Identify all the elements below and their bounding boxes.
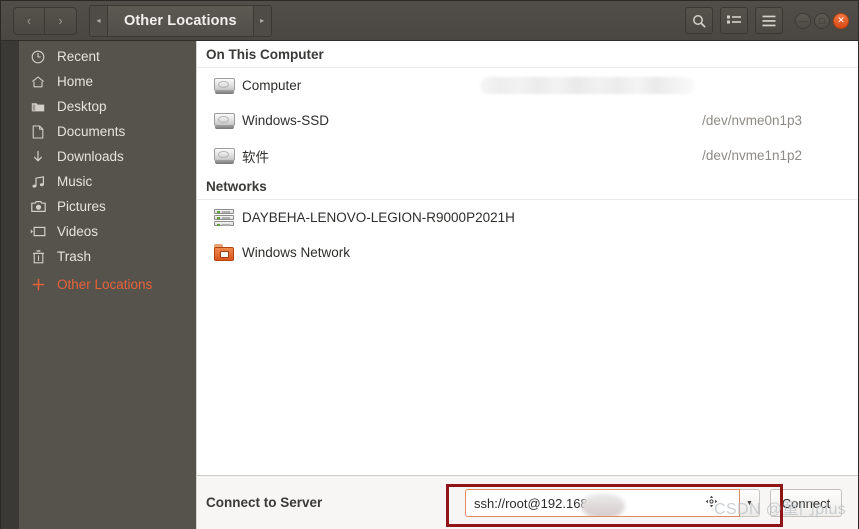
text-cursor-icon <box>704 494 719 509</box>
sidebar-item-label: Desktop <box>57 99 107 114</box>
connect-to-server-label: Connect to Server <box>206 495 323 510</box>
server-address-group: ssh://root@192.168. ▼ <box>465 489 760 517</box>
forward-icon: › <box>58 13 63 28</box>
redacted-ip <box>581 493 625 516</box>
redacted-path <box>480 77 695 94</box>
sidebar-item-recent[interactable]: Recent <box>19 44 196 69</box>
forward-button[interactable]: › <box>45 8 76 34</box>
sidebar-item-label: Trash <box>57 249 92 264</box>
location-row-windows-ssd[interactable]: Windows-SSD /dev/nvme0n1p3 <box>197 103 858 138</box>
tab-scroll-right-button[interactable]: ▸ <box>253 5 271 36</box>
trash-icon <box>19 249 57 264</box>
location-name: Windows Network <box>242 245 351 260</box>
location-row-daybeha-host[interactable]: DAYBEHA-LENOVO-LEGION-R9000P2021H <box>197 200 858 235</box>
server-history-dropdown-button[interactable]: ▼ <box>740 489 760 517</box>
hard-drive-icon <box>206 112 242 129</box>
sidebar-item-trash[interactable]: Trash <box>19 244 196 269</box>
sidebar-item-label: Home <box>57 74 94 89</box>
device-path: /dev/nvme1n1p2 <box>702 148 802 163</box>
connect-button[interactable]: Connect <box>770 489 842 517</box>
chevron-left-icon: ◂ <box>96 16 101 25</box>
chevron-down-icon: ▼ <box>746 499 753 507</box>
server-icon <box>206 208 242 227</box>
sidebar-item-music[interactable]: Music <box>19 169 196 194</box>
minimize-button[interactable]: — <box>795 12 811 29</box>
file-manager-window: ‹ › ◂ Other Locations ▸ — □ ✕ Recent Hom… <box>0 0 859 529</box>
tab-scroll-left-button[interactable]: ◂ <box>90 5 107 36</box>
desktop-icon <box>19 100 57 113</box>
video-icon <box>19 226 57 237</box>
hard-drive-icon <box>206 77 242 94</box>
menu-button[interactable] <box>755 7 783 34</box>
camera-icon <box>19 200 57 213</box>
section-header-on-this-computer: On This Computer <box>197 41 858 68</box>
location-name: 软件 <box>242 149 269 165</box>
music-icon <box>19 175 57 189</box>
maximize-button[interactable]: □ <box>814 12 830 29</box>
location-name: Computer <box>242 78 302 93</box>
sidebar-item-label: Recent <box>57 49 100 64</box>
sidebar-item-label: Videos <box>57 224 99 239</box>
home-icon <box>19 75 57 89</box>
sidebar-item-label: Music <box>57 174 93 189</box>
sidebar-item-label: Pictures <box>57 199 106 214</box>
location-name: Windows-SSD <box>242 113 330 128</box>
sidebar-item-desktop[interactable]: Desktop <box>19 94 196 119</box>
hard-drive-icon <box>206 147 242 164</box>
chevron-right-icon: ▸ <box>260 16 265 25</box>
device-path: /dev/nvme0n1p3 <box>702 113 802 128</box>
view-list-icon <box>727 15 741 23</box>
location-name: DAYBEHA-LENOVO-LEGION-R9000P2021H <box>242 210 515 225</box>
sidebar-item-documents[interactable]: Documents <box>19 119 196 144</box>
header-bar: ‹ › ◂ Other Locations ▸ — □ ✕ <box>1 1 858 41</box>
locations-list: On This Computer Computer Windows-SSD /d… <box>196 41 858 475</box>
minimize-icon: — <box>798 15 808 26</box>
hamburger-menu-icon <box>762 15 776 26</box>
window-left-edge <box>1 41 19 529</box>
sidebar-item-other-locations[interactable]: Other Locations <box>19 272 196 297</box>
sidebar-item-pictures[interactable]: Pictures <box>19 194 196 219</box>
sidebar-item-videos[interactable]: Videos <box>19 219 196 244</box>
location-row-windows-network[interactable]: Windows Network <box>197 235 858 270</box>
maximize-icon: □ <box>819 15 825 26</box>
tab-other-locations[interactable]: Other Locations <box>107 5 254 36</box>
sidebar-item-label: Documents <box>57 124 126 139</box>
view-options-button[interactable] <box>720 7 748 34</box>
network-folder-icon <box>206 244 242 261</box>
sidebar-item-downloads[interactable]: Downloads <box>19 144 196 169</box>
connect-to-server-bar: Connect to Server ssh://root@192.168. ▼ <box>196 475 858 529</box>
location-row-ruanjian[interactable]: 软件 /dev/nvme1n1p2 <box>197 138 858 173</box>
tab-bar: ◂ Other Locations ▸ <box>89 4 272 37</box>
search-button[interactable] <box>685 7 713 34</box>
clock-icon <box>19 50 57 64</box>
back-icon: ‹ <box>26 13 32 28</box>
download-icon <box>19 150 57 164</box>
header-actions: — □ ✕ <box>678 7 849 34</box>
sidebar: Recent Home Desktop Documents Downloads … <box>19 41 196 529</box>
close-button[interactable]: ✕ <box>833 12 849 29</box>
sidebar-item-label: Other Locations <box>57 277 153 292</box>
navigation-button-group: ‹ › <box>13 6 77 35</box>
search-icon <box>693 14 706 27</box>
sidebar-item-label: Downloads <box>57 149 124 164</box>
section-header-networks: Networks <box>197 173 858 200</box>
connect-button-label: Connect <box>781 495 831 511</box>
document-icon <box>19 124 57 139</box>
server-address-input[interactable]: ssh://root@192.168. <box>465 489 740 517</box>
close-icon: ✕ <box>837 15 845 25</box>
back-button[interactable]: ‹ <box>14 7 45 34</box>
location-row-computer[interactable]: Computer <box>197 68 858 103</box>
window-controls: — □ ✕ <box>795 12 849 29</box>
window-title: Other Locations <box>124 12 237 29</box>
plus-icon <box>19 278 57 291</box>
sidebar-item-home[interactable]: Home <box>19 69 196 94</box>
server-address-value: ssh://root@192.168. <box>474 495 592 511</box>
